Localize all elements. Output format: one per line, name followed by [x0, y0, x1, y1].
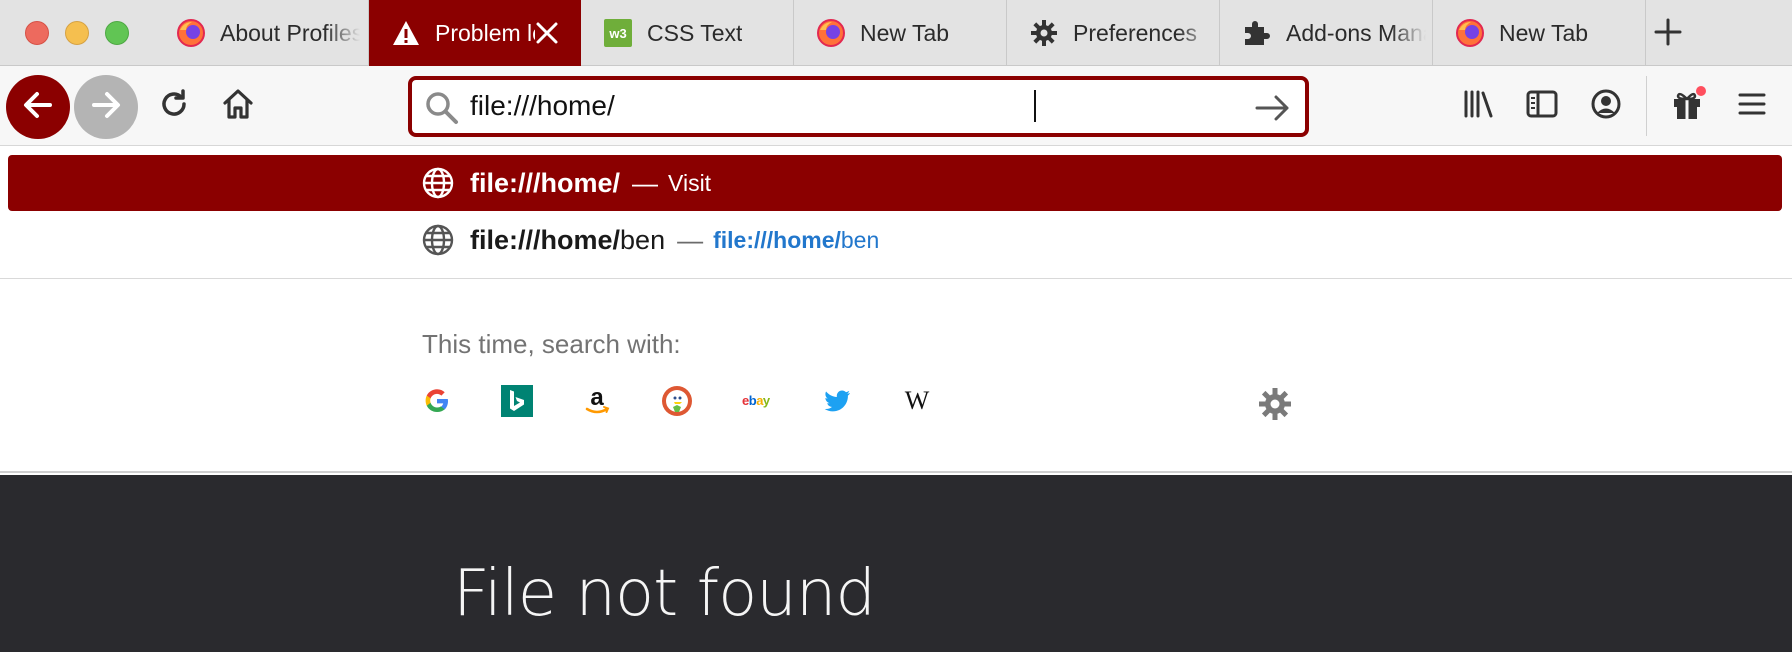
bing-icon [501, 384, 533, 422]
tab-css-text[interactable]: w3 CSS Text [581, 0, 794, 66]
suggestion-history[interactable]: file:///home/ ben — file:///home/ ben [8, 212, 1782, 268]
popup-divider [0, 278, 1792, 279]
tab-title: CSS Text [647, 19, 743, 46]
suggestion-text: file:///home/ — Visit [470, 155, 711, 211]
close-tab-icon[interactable] [534, 20, 560, 46]
suggestion-rest: ben [620, 224, 666, 255]
whats-new-button[interactable] [1668, 85, 1708, 128]
forward-button[interactable] [74, 75, 138, 139]
search-engine-amazon[interactable]: a [580, 384, 614, 422]
puzzle-icon [1242, 18, 1272, 48]
library-button[interactable] [1458, 86, 1498, 126]
search-engine-bing[interactable] [500, 384, 534, 422]
library-icon [1461, 87, 1495, 126]
suggestion-match: file:///home/ [470, 224, 621, 255]
back-button[interactable] [6, 75, 70, 139]
search-engine-twitter[interactable] [820, 386, 854, 420]
navigation-toolbar [0, 66, 1792, 146]
sidebar-button[interactable] [1522, 86, 1562, 126]
firefox-icon [1455, 18, 1485, 48]
window-zoom-button[interactable] [105, 21, 129, 45]
home-button[interactable] [218, 86, 258, 126]
firefox-icon [176, 18, 206, 48]
reload-icon [157, 87, 191, 126]
page-title: File not found [453, 557, 876, 631]
search-settings-button[interactable] [1257, 386, 1293, 422]
hamburger-menu-icon [1736, 88, 1768, 125]
url-input[interactable] [470, 86, 1230, 126]
svg-text:a: a [590, 385, 604, 411]
search-engine-wikipedia[interactable]: W [900, 386, 934, 420]
svg-text:ebay: ebay [742, 393, 771, 408]
twitter-bird-icon [821, 385, 853, 422]
wikipedia-icon: W [900, 384, 934, 423]
suggestion-separator: — [632, 167, 659, 198]
suggestion-url-match: file:///home/ [713, 226, 841, 253]
tab-new-tab-2[interactable]: New Tab [1433, 0, 1646, 66]
warning-icon [391, 18, 421, 48]
tab-title: About Profiles [220, 19, 360, 46]
reload-button[interactable] [154, 86, 194, 126]
ebay-icon: ebay [740, 384, 774, 423]
suggestion-match: file:///home/ [470, 167, 621, 198]
globe-icon [421, 223, 455, 257]
firefox-icon [816, 18, 846, 48]
window-minimize-button[interactable] [65, 21, 89, 45]
tab-title: New Tab [1499, 19, 1589, 46]
globe-icon [421, 166, 455, 200]
tab-preferences[interactable]: Preferences [1007, 0, 1220, 66]
w3c-icon: w3 [603, 18, 633, 48]
go-arrow-icon[interactable] [1253, 90, 1293, 126]
text-caret [1034, 90, 1036, 122]
search-engine-ebay[interactable]: ebay [740, 386, 774, 420]
tab-title: Preferences [1073, 19, 1198, 46]
tab-title: New Tab [860, 19, 950, 46]
amazon-icon: a [581, 384, 613, 422]
tab-about-profiles[interactable]: About Profiles [154, 0, 369, 66]
gift-icon [1669, 85, 1707, 128]
tab-title: Add-ons Manager [1286, 19, 1426, 46]
svg-text:w3: w3 [608, 26, 626, 41]
search-icon [424, 90, 460, 126]
gear-icon [1029, 18, 1059, 48]
suggestion-url-rest: ben [840, 226, 880, 253]
sidebar-icon [1525, 87, 1559, 126]
google-icon [423, 387, 451, 420]
plus-icon [1653, 17, 1683, 52]
urlbar-autocomplete-popup: file:///home/ — Visit file:///home/ ben … [0, 146, 1792, 473]
menu-button[interactable] [1732, 86, 1772, 126]
error-page: File not found [0, 475, 1792, 652]
tab-title: Problem loading page [435, 19, 535, 46]
tab-strip: About Profiles Problem loading page w3 C… [0, 0, 1792, 66]
one-off-search-label: This time, search with: [422, 329, 681, 359]
arrow-left-icon [20, 87, 56, 128]
gear-icon [1257, 388, 1293, 426]
suggestion-text: file:///home/ ben — file:///home/ ben [470, 212, 879, 268]
tab-problem-loading-page[interactable]: Problem loading page [369, 0, 581, 66]
url-bar[interactable] [408, 76, 1309, 137]
duckduckgo-icon [661, 385, 693, 422]
tab-add-ons-manager[interactable]: Add-ons Manager [1220, 0, 1433, 66]
suggestion-separator: — [677, 224, 704, 255]
toolbar-separator [1646, 76, 1647, 136]
new-tab-button[interactable] [1646, 12, 1690, 56]
svg-text:W: W [905, 386, 930, 415]
arrow-right-icon [88, 87, 124, 128]
search-engine-google[interactable] [420, 386, 454, 420]
suggestion-visit[interactable]: file:///home/ — Visit [8, 155, 1782, 211]
home-icon [221, 87, 255, 126]
tab-new-tab[interactable]: New Tab [794, 0, 1007, 66]
account-button[interactable] [1586, 86, 1626, 126]
account-icon [1589, 87, 1623, 126]
window-close-button[interactable] [25, 21, 49, 45]
search-engine-duckduckgo[interactable] [660, 385, 694, 422]
suggestion-action: Visit [668, 169, 712, 196]
